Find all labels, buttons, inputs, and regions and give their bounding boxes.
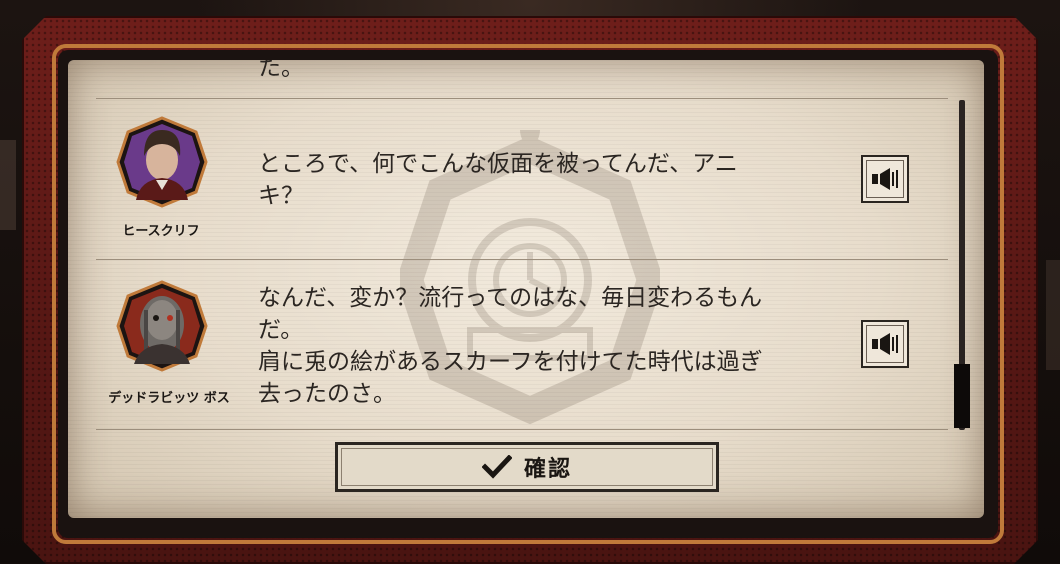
dialog-log-panel[interactable]: た。 ヒースクリフ ところで、何でこんな仮面を被ってんだ、アニ キ？ デッドラビ… (68, 60, 984, 518)
scrollbar-thumb[interactable] (954, 364, 970, 428)
confirm-label: 確認 (523, 457, 572, 482)
previous-line-tail: た。 (258, 60, 304, 81)
speaker-name: ヒースクリフ (122, 224, 200, 239)
speaker-name: デッドラビッツ ボス (108, 391, 230, 406)
dialogue-line: なんだ、変か？流行ってのはな、毎日変わるもん (258, 285, 763, 311)
entry-divider (96, 98, 948, 99)
heathcliff-portrait (116, 116, 208, 208)
entry-divider (96, 259, 948, 260)
checkmark-icon (481, 455, 512, 479)
dialogue-text: ところで、何でこんな仮面を被ってんだ、アニ キ？ (258, 148, 858, 212)
dialogue-line: 肩に兎の絵があるスカーフを付けてた時代は過ぎ (258, 349, 763, 375)
dialogue-text: なんだ、変か？流行ってのはな、毎日変わるもん だ。 肩に兎の絵があるスカーフを付… (258, 282, 858, 410)
dialogue-line: だ。 (258, 317, 304, 343)
speaker-icon (872, 168, 898, 190)
play-voice-button[interactable] (861, 320, 909, 368)
background-lamp-right (1046, 260, 1060, 370)
background-lamp-left (0, 140, 16, 230)
dialogue-line: 去ったのさ。 (258, 381, 396, 407)
dead-rabbits-boss-portrait (116, 280, 208, 372)
confirm-button[interactable]: 確認 (335, 442, 719, 492)
speaker-icon (872, 333, 898, 355)
play-voice-button[interactable] (861, 155, 909, 203)
dialogue-line: ところで、何でこんな仮面を被ってんだ、アニ (258, 151, 738, 177)
dialogue-line: キ？ (258, 183, 304, 209)
entry-divider (96, 429, 948, 430)
